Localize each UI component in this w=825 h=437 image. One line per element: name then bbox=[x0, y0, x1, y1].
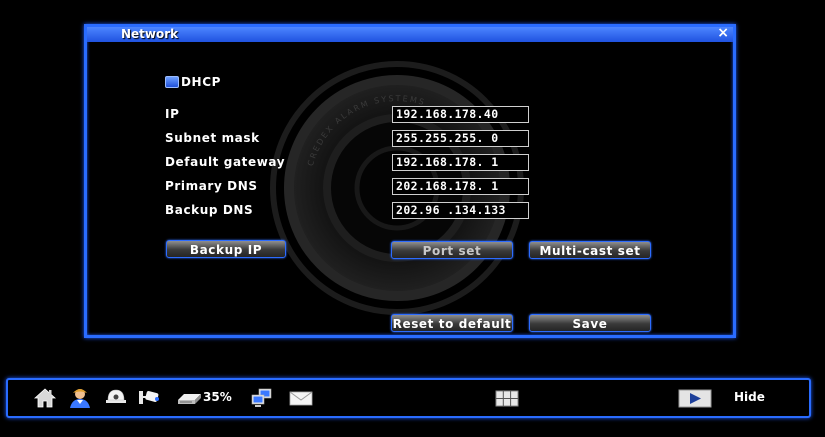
backup-dns-label: Backup DNS bbox=[165, 203, 254, 217]
ip-input[interactable]: 192.168.178.40 bbox=[392, 106, 529, 123]
primary-dns-input[interactable]: 202.168.178. 1 bbox=[392, 178, 529, 195]
taskbar: 35% Hide bbox=[6, 378, 811, 418]
reset-default-button[interactable]: Reset to default bbox=[391, 314, 513, 332]
home-icon[interactable] bbox=[33, 387, 57, 409]
ip-label: IP bbox=[165, 107, 180, 121]
hide-button[interactable]: Hide bbox=[734, 390, 765, 404]
save-button[interactable]: Save bbox=[529, 314, 651, 332]
port-set-button[interactable]: Port set bbox=[391, 241, 513, 259]
close-icon[interactable]: × bbox=[717, 26, 729, 41]
dhcp-option[interactable]: DHCP bbox=[165, 75, 221, 89]
subnet-mask-label: Subnet mask bbox=[165, 131, 260, 145]
dhcp-label: DHCP bbox=[181, 75, 222, 89]
dialog-title: Network bbox=[121, 27, 179, 41]
subnet-mask-input[interactable]: 255.255.255. 0 bbox=[392, 130, 529, 147]
message-icon[interactable] bbox=[289, 387, 313, 409]
dialog-titlebar[interactable]: Network × bbox=[87, 26, 733, 42]
hard-disk-icon[interactable] bbox=[176, 387, 202, 409]
disk-usage-percent: 35% bbox=[203, 390, 232, 404]
dome-camera-icon[interactable] bbox=[104, 387, 128, 409]
user-icon[interactable] bbox=[68, 387, 92, 409]
network-icon[interactable] bbox=[250, 387, 274, 409]
ptz-camera-icon[interactable] bbox=[138, 387, 162, 409]
network-dialog: Network × CREDEX ALARM SYSTEMS DHCP IP 1… bbox=[84, 24, 736, 338]
primary-dns-label: Primary DNS bbox=[165, 179, 258, 193]
backup-dns-input[interactable]: 202.96 .134.133 bbox=[392, 202, 529, 219]
backup-ip-button[interactable]: Backup IP bbox=[166, 240, 286, 258]
split-screen-icon[interactable] bbox=[495, 387, 519, 409]
dhcp-checkbox[interactable] bbox=[165, 76, 179, 88]
screen: Network × CREDEX ALARM SYSTEMS DHCP IP 1… bbox=[0, 0, 825, 437]
default-gateway-label: Default gateway bbox=[165, 155, 286, 169]
default-gateway-input[interactable]: 192.168.178. 1 bbox=[392, 154, 529, 171]
multicast-set-button[interactable]: Multi-cast set bbox=[529, 241, 651, 259]
play-icon[interactable] bbox=[678, 387, 712, 409]
